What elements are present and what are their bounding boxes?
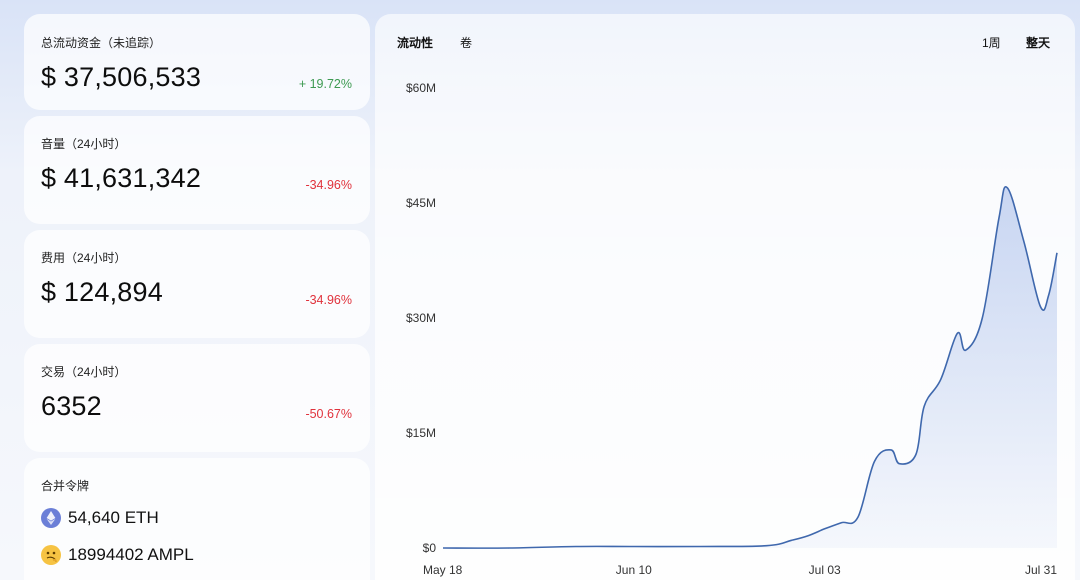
liquidity-area (443, 186, 1057, 549)
tvl-value: $ 37,506,533 (41, 62, 202, 92)
token-row-eth: 54,640 ETH (41, 508, 159, 528)
volume-change: -34.96% (305, 178, 352, 192)
pooled-tokens-card: 合并令牌 54,640 ETH 18994402 AMPL (24, 458, 370, 580)
fees-label: 费用（24小时） (41, 251, 127, 265)
token-row-ampl: 18994402 AMPL (41, 545, 194, 565)
fees-change: -34.96% (305, 293, 352, 307)
token-amount-ampl: 18994402 AMPL (68, 545, 194, 564)
volume-label: 音量（24小时） (41, 137, 127, 151)
transactions-change: -50.67% (305, 407, 352, 421)
ampl-emoji-icon (41, 545, 61, 565)
token-amount-eth: 54,640 ETH (68, 508, 159, 527)
fees-value: $ 124,894 (41, 277, 163, 307)
volume-value: $ 41,631,342 (41, 163, 202, 193)
pooled-tokens-label: 合并令牌 (41, 479, 90, 493)
y-tick-label: $15M (406, 426, 436, 440)
y-tick-label: $0 (423, 541, 437, 555)
tvl-label: 总流动资金（未追踪） (41, 36, 162, 50)
chart-panel: 流动性 卷 1周 整天 $0 $15M $30M $45M $60M May 18 Jun … (375, 14, 1075, 580)
x-tick-label: May 18 (423, 563, 463, 577)
y-tick-label: $60M (406, 81, 436, 95)
transactions-value: 6352 (41, 391, 102, 421)
transactions-card: 交易（24小时） 6352 -50.67% (24, 344, 370, 452)
x-tick-label: Jul 03 (809, 563, 841, 577)
tvl-card: 总流动资金（未追踪） $ 37,506,533 + 19.72% (24, 14, 370, 110)
x-tick-label: Jul 31 (1025, 563, 1057, 577)
tvl-change: + 19.72% (298, 77, 352, 91)
ethereum-icon (41, 508, 61, 528)
y-tick-label: $45M (406, 196, 436, 210)
volume-card: 音量（24小时） $ 41,631,342 -34.96% (24, 116, 370, 224)
y-tick-label: $30M (406, 311, 436, 325)
transactions-label: 交易（24小时） (41, 365, 127, 379)
liquidity-chart: $0 $15M $30M $45M $60M May 18 Jun 10 Jul 03 Jul … (406, 81, 1058, 577)
fees-card: 费用（24小时） $ 124,894 -34.96% (24, 230, 370, 338)
x-tick-label: Jun 10 (616, 563, 652, 577)
